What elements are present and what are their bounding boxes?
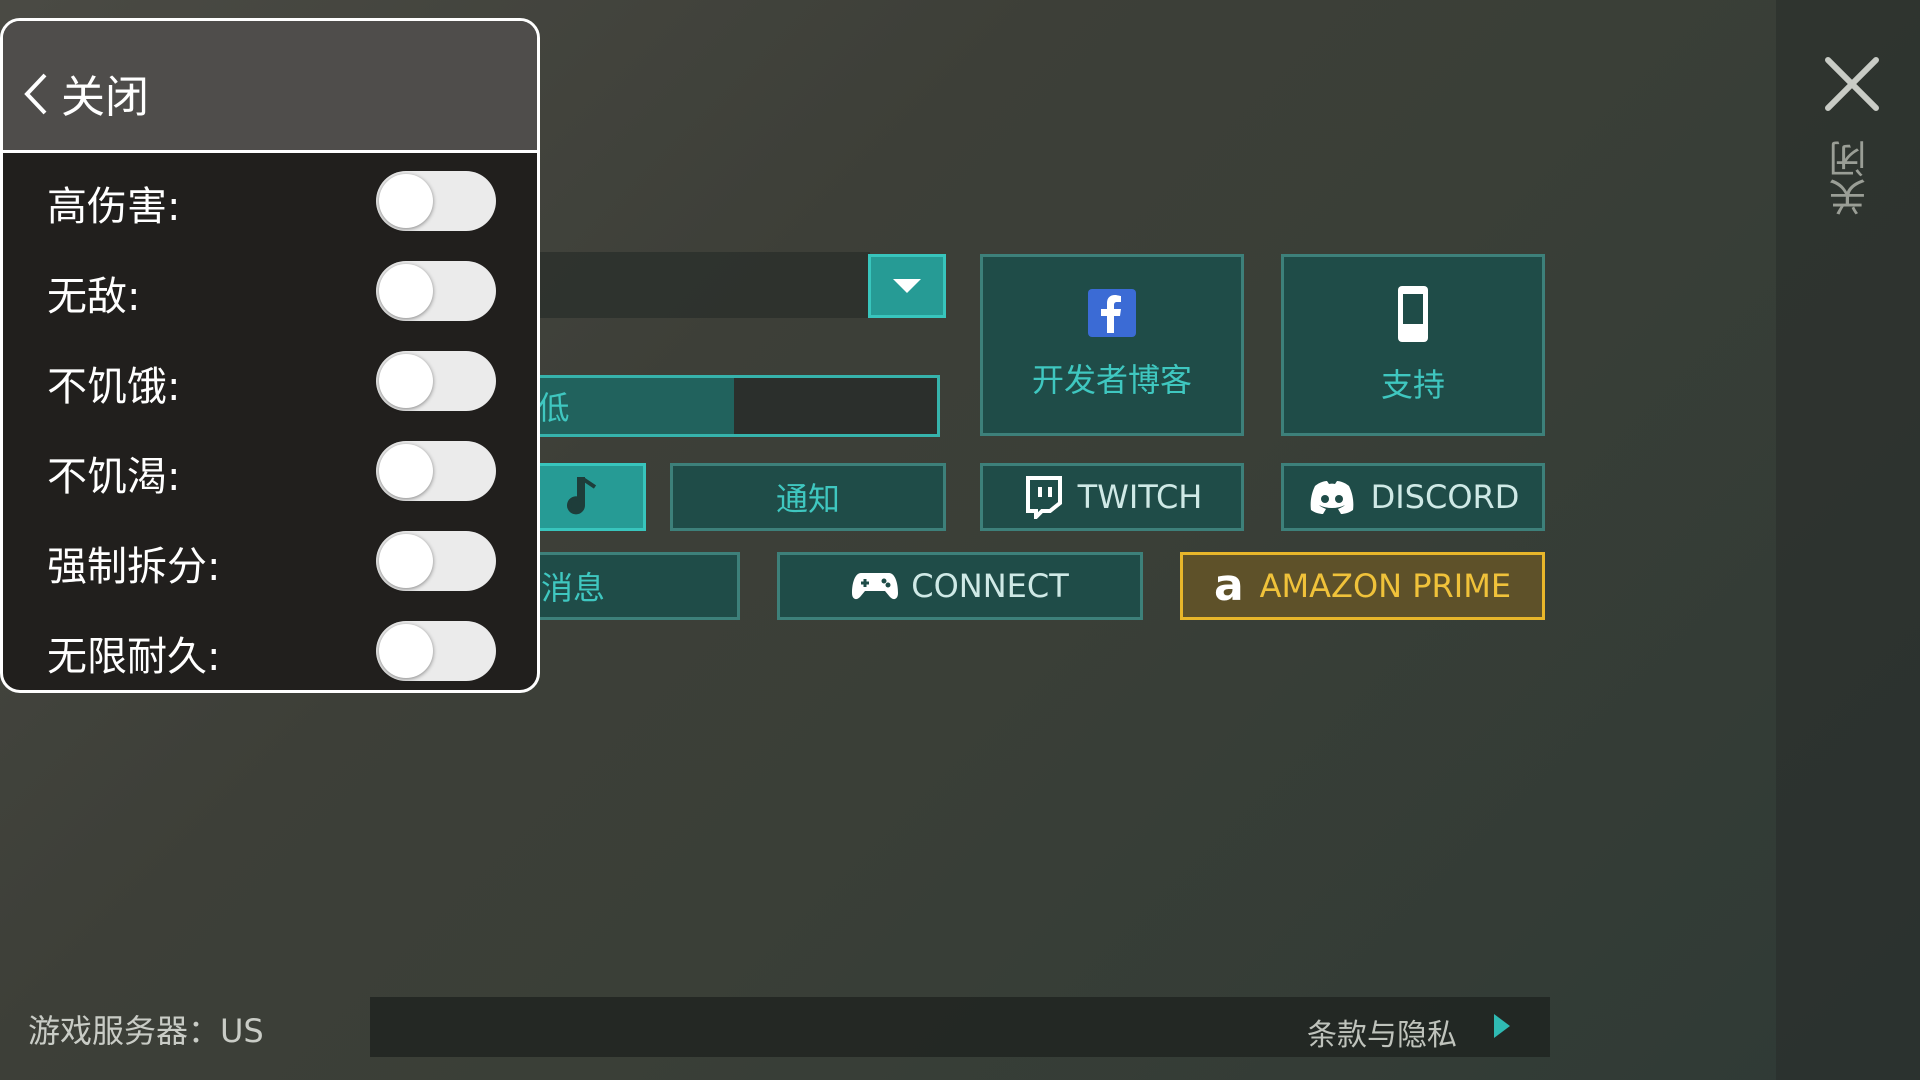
support-button[interactable]: 支持 (1281, 254, 1545, 436)
close-vertical-label[interactable]: 关闭 (1826, 140, 1876, 216)
row-label-high-damage: 高伤害: (47, 184, 181, 230)
toggle-knob (379, 174, 433, 228)
row-label-invincible: 无敌: (47, 274, 141, 320)
facebook-icon (1088, 289, 1136, 337)
support-label: 支持 (1380, 366, 1445, 404)
message-label: 消息 (541, 569, 606, 607)
dev-blog-button[interactable]: 开发者博客 (980, 254, 1244, 436)
row-label-no-hunger: 不饥饿: (47, 364, 181, 410)
amazon-label: AMAZON PRIME (1259, 567, 1512, 605)
phone-icon (1398, 286, 1428, 342)
discord-label: DISCORD (1370, 478, 1520, 516)
row-label-no-thirst: 不饥渴: (47, 454, 181, 500)
dropdown-arrow-icon (893, 279, 921, 293)
gamepad-icon (852, 573, 899, 600)
dev-blog-label: 开发者博客 (1031, 361, 1192, 399)
close-icon[interactable] (1820, 52, 1884, 116)
chevron-left-icon[interactable] (19, 69, 55, 119)
row-label-infinite-durability: 无限耐久: (47, 634, 221, 680)
toggle-invincible[interactable] (376, 261, 496, 321)
toggle-high-damage[interactable] (376, 171, 496, 231)
twitch-button[interactable]: TWITCH (980, 463, 1244, 531)
toggle-no-thirst[interactable] (376, 441, 496, 501)
discord-icon (1310, 481, 1353, 514)
panel-title: 关闭 (61, 72, 149, 123)
language-dropdown-button[interactable] (868, 254, 946, 318)
notification-button[interactable]: 通知 (670, 463, 946, 531)
twitch-icon (1025, 476, 1062, 519)
cheat-panel: 关闭 高伤害: 无敌: 不饥饿: 不饥渴: 强制拆分: 无限耐久: (0, 18, 540, 693)
panel-header[interactable]: 关闭 (3, 21, 537, 153)
toggle-knob (379, 354, 433, 408)
notification-label: 通知 (775, 480, 840, 518)
amazon-icon: a (1213, 560, 1244, 611)
toggle-infinite-durability[interactable] (376, 621, 496, 681)
discord-button[interactable]: DISCORD (1281, 463, 1545, 531)
toggle-knob (379, 264, 433, 318)
terms-privacy-link[interactable]: 条款与隐私 (1307, 1010, 1457, 1054)
connect-label: CONNECT (911, 567, 1069, 605)
toggle-knob (379, 534, 433, 588)
game-server-label: 游戏服务器：US (28, 1012, 264, 1050)
close-label-text: 关闭 (1829, 140, 1873, 216)
row-label-force-dismantle: 强制拆分: (47, 544, 221, 590)
twitch-label: TWITCH (1077, 478, 1203, 516)
play-arrow-icon[interactable] (1490, 1010, 1514, 1042)
connect-button[interactable]: CONNECT (777, 552, 1143, 620)
music-toggle-button[interactable] (524, 463, 646, 531)
toggle-knob (379, 444, 433, 498)
toggle-no-hunger[interactable] (376, 351, 496, 411)
toggle-knob (379, 624, 433, 678)
toggle-force-dismantle[interactable] (376, 531, 496, 591)
music-note-icon (567, 477, 597, 515)
amazon-prime-button[interactable]: a AMAZON PRIME (1180, 552, 1545, 620)
